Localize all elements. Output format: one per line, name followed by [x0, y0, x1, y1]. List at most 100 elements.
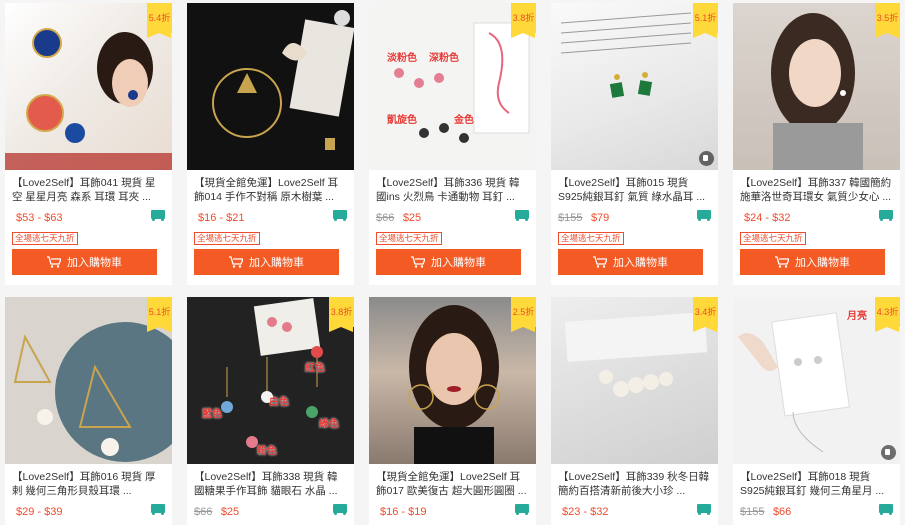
price: $79 — [590, 212, 610, 224]
discount-badge: 5.1折 — [147, 297, 172, 332]
product-card[interactable]: 5.1折 【Love2Self】耳飾016 現貨 厚剌 幾何三角形貝殼耳環 ..… — [5, 297, 172, 525]
product-name[interactable]: 【Love2Self】耳飾337 韓國簡約施華洛世奇耳環女 氣質少女心 ... — [740, 176, 893, 204]
price: $25 — [220, 506, 240, 518]
price: $53 - $63 — [16, 212, 63, 224]
variant-label: 淡粉色 — [387, 53, 417, 64]
earring-photo — [212, 10, 354, 150]
product-card[interactable]: 3.5折 【Love2Self】耳飾337 韓國簡約施華洛世奇耳環女 氣質少女心… — [733, 3, 900, 285]
promo-tag: 全場逃七天九折 — [740, 232, 806, 245]
add-to-cart-button[interactable]: 加入購物車 — [12, 249, 157, 275]
product-image[interactable]: 淡粉色 深粉色 凱旋色 金色 3.8折 — [369, 3, 536, 170]
product-card[interactable]: 2.5折 【現貨全館免運】Love2Self 耳飾017 歐美復古 超大圓形圓圈… — [369, 297, 536, 525]
product-image[interactable]: 月亮 4.3折 — [733, 297, 900, 464]
promo-tag: 全場逃七天九折 — [194, 232, 260, 245]
variant-label: 白色 — [269, 397, 289, 408]
variant-label: 綠色 — [319, 419, 339, 430]
product-name[interactable]: 【現貨全館免運】Love2Self 耳飾014 手作不對稱 原木樹葉 ... — [194, 176, 347, 204]
product-card[interactable]: 【現貨全館免運】Love2Self 耳飾014 手作不對稱 原木樹葉 ... $… — [187, 3, 354, 285]
video-icon — [699, 151, 714, 166]
price: $66 — [772, 506, 792, 518]
add-to-cart-label: 加入購物車 — [795, 257, 850, 269]
add-to-cart-button[interactable]: 加入購物車 — [558, 249, 703, 275]
original-price: $155 — [558, 212, 583, 224]
variant-label: 紅色 — [305, 363, 325, 374]
discount-badge: 4.3折 — [875, 297, 900, 332]
price: $29 - $39 — [16, 506, 63, 518]
cart-icon — [229, 256, 244, 268]
product-name[interactable]: 【Love2Self】耳飾336 現貨 韓國ins 火烈鳥 卡通動物 耳釘 ..… — [376, 176, 529, 204]
discount-badge: 3.5折 — [875, 3, 900, 38]
price-row: $53 - $63 — [12, 208, 165, 228]
add-to-cart-button[interactable]: 加入購物車 — [194, 249, 339, 275]
free-shipping-icon — [151, 504, 165, 515]
discount-badge: 5.1折 — [693, 3, 718, 38]
price-row: $155 $66 — [740, 502, 893, 522]
promo-tag: 全場逃七天九折 — [376, 232, 442, 245]
free-shipping-icon — [879, 210, 893, 221]
variant-label: 凱旋色 — [387, 115, 417, 126]
product-card[interactable]: 5.4折 【Love2Self】耳飾041 現貨 星空 星星月亮 森系 耳環 耳… — [5, 3, 172, 285]
promo-tag: 全場逃七天九折 — [558, 232, 624, 245]
price-row: $16 - $21 — [194, 208, 347, 228]
product-name[interactable]: 【Love2Self】耳飾015 現貨 S925純銀耳釘 氣質 綠水晶耳 ... — [558, 176, 711, 204]
discount-badge: 2.5折 — [511, 297, 536, 332]
product-card[interactable]: 3.4折 【Love2Self】耳飾339 秋冬日韓簡約百搭清新前後大小珍 ..… — [551, 297, 718, 525]
price-row: $16 - $19 — [376, 502, 529, 522]
price: $24 - $32 — [744, 212, 791, 224]
add-to-cart-label: 加入購物車 — [249, 257, 304, 269]
free-shipping-icon — [515, 504, 529, 515]
price: $16 - $19 — [380, 506, 427, 518]
add-to-cart-label: 加入購物車 — [431, 257, 486, 269]
product-image[interactable]: 3.4折 — [551, 297, 718, 464]
product-name[interactable]: 【現貨全館免運】Love2Self 耳飾017 歐美復古 超大圓形圓圈 ... — [376, 470, 529, 498]
variant-label: 深粉色 — [429, 53, 459, 64]
discount-badge: 3.8折 — [329, 297, 354, 332]
product-name[interactable]: 【Love2Self】耳飾338 現貨 韓國糖果手作耳飾 貓眼石 水晶 ... — [194, 470, 347, 498]
price-row: $66 $25 — [376, 208, 529, 228]
price-row: $66 $25 — [194, 502, 347, 522]
cart-icon — [593, 256, 608, 268]
free-shipping-icon — [879, 504, 893, 515]
cart-icon — [47, 256, 62, 268]
price: $25 — [402, 212, 422, 224]
price-row: $24 - $32 — [740, 208, 893, 228]
product-image[interactable]: 5.4折 — [5, 3, 172, 170]
free-shipping-icon — [333, 504, 347, 515]
discount-badge: 5.4折 — [147, 3, 172, 38]
product-image[interactable]: 2.5折 — [369, 297, 536, 464]
price: $23 - $32 — [562, 506, 609, 518]
cart-icon — [411, 256, 426, 268]
price: $16 - $21 — [198, 212, 245, 224]
product-card[interactable]: 紅色 白色 藍色 綠色 粉色 3.8折 【Love2Self】耳飾338 現貨 … — [187, 297, 354, 525]
product-image[interactable]: 5.1折 — [5, 297, 172, 464]
add-to-cart-button[interactable]: 加入購物車 — [376, 249, 521, 275]
variant-label: 金色 — [454, 115, 474, 126]
price-row: $155 $79 — [558, 208, 711, 228]
product-name[interactable]: 【Love2Self】耳飾041 現貨 星空 星星月亮 森系 耳環 耳夾 ... — [12, 176, 165, 204]
free-shipping-icon — [151, 210, 165, 221]
product-image[interactable] — [187, 3, 354, 170]
product-image[interactable]: 5.1折 — [551, 3, 718, 170]
add-to-cart-label: 加入購物車 — [613, 257, 668, 269]
discount-badge: 3.8折 — [511, 3, 536, 38]
free-shipping-icon — [697, 504, 711, 515]
product-card[interactable]: 淡粉色 深粉色 凱旋色 金色 3.8折 【Love2Self】耳飾336 現貨 … — [369, 3, 536, 285]
product-name[interactable]: 【Love2Self】耳飾018 現貨 S925純銀耳釘 幾何三角星月 ... — [740, 470, 893, 498]
promo-tag: 全場逃七天九折 — [12, 232, 78, 245]
price-row: $23 - $32 — [558, 502, 711, 522]
product-card[interactable]: 5.1折 【Love2Self】耳飾015 現貨 S925純銀耳釘 氣質 綠水晶… — [551, 3, 718, 285]
free-shipping-icon — [697, 210, 711, 221]
product-name[interactable]: 【Love2Self】耳飾016 現貨 厚剌 幾何三角形貝殼耳環 ... — [12, 470, 165, 498]
product-image[interactable]: 紅色 白色 藍色 綠色 粉色 3.8折 — [187, 297, 354, 464]
variant-label: 藍色 — [202, 409, 222, 420]
price-row: $29 - $39 — [12, 502, 165, 522]
product-image[interactable]: 3.5折 — [733, 3, 900, 170]
product-name[interactable]: 【Love2Self】耳飾339 秋冬日韓簡約百搭清新前後大小珍 ... — [558, 470, 711, 498]
add-to-cart-button[interactable]: 加入購物車 — [740, 249, 885, 275]
product-grid: 5.4折 【Love2Self】耳飾041 現貨 星空 星星月亮 森系 耳環 耳… — [0, 0, 905, 525]
product-card[interactable]: 月亮 4.3折 【Love2Self】耳飾018 現貨 S925純銀耳釘 幾何三… — [733, 297, 900, 525]
free-shipping-icon — [515, 210, 529, 221]
video-icon — [881, 445, 896, 460]
cart-icon — [775, 256, 790, 268]
add-to-cart-label: 加入購物車 — [67, 257, 122, 269]
